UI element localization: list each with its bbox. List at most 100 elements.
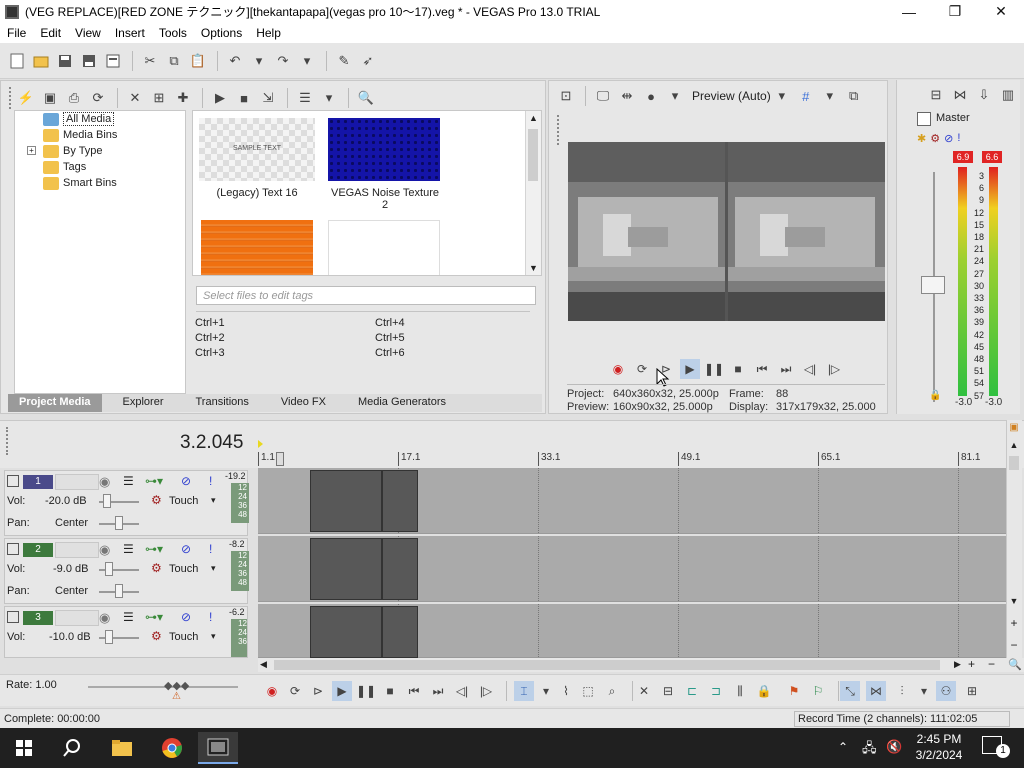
- capture-video-icon[interactable]: ▣: [39, 87, 61, 109]
- tree-item-media-bins[interactable]: Media Bins: [43, 127, 117, 143]
- overlays-dropdown-icon[interactable]: ▾: [819, 85, 841, 107]
- split-icon[interactable]: ⫼: [730, 681, 750, 701]
- copy-snapshot-icon[interactable]: ⧉: [843, 85, 865, 107]
- play-from-start-icon[interactable]: ⊳: [308, 681, 328, 701]
- record-icon[interactable]: ◉: [608, 359, 628, 379]
- tag-shortcut[interactable]: Ctrl+6: [375, 347, 405, 359]
- play-icon[interactable]: ▶: [680, 359, 700, 379]
- menu-insert[interactable]: Insert: [108, 26, 152, 40]
- loop-playback-icon[interactable]: ⟳: [632, 359, 652, 379]
- tab-media-generators[interactable]: Media Generators: [337, 394, 457, 412]
- track-expand-icon[interactable]: [7, 611, 19, 623]
- zoom-tool-icon[interactable]: 🔍: [1008, 658, 1022, 671]
- tree-expander[interactable]: +: [27, 146, 36, 155]
- peak-right[interactable]: 6.6: [982, 151, 1002, 163]
- menu-tools[interactable]: Tools: [152, 26, 194, 40]
- tab-project-media[interactable]: Project Media: [8, 394, 102, 412]
- video-clip[interactable]: [382, 470, 418, 532]
- menu-edit[interactable]: Edit: [33, 26, 68, 40]
- audio-clip[interactable]: [382, 606, 418, 658]
- go-to-end-icon[interactable]: ⏭: [428, 681, 448, 701]
- scroll-left-icon[interactable]: ◀: [260, 659, 267, 670]
- master-fader-knob[interactable]: [921, 276, 945, 294]
- properties-icon[interactable]: ✎: [333, 50, 355, 72]
- menu-help[interactable]: Help: [249, 26, 288, 40]
- clock-date[interactable]: 3/2/2024: [912, 748, 966, 762]
- video-fx-dropdown-icon[interactable]: ▾: [664, 85, 686, 107]
- track-expand-icon[interactable]: [7, 543, 19, 555]
- redo-dropdown-icon[interactable]: ▾: [296, 50, 318, 72]
- paste-icon[interactable]: 📋: [187, 50, 209, 72]
- menu-view[interactable]: View: [68, 26, 108, 40]
- auto-crossfades-icon[interactable]: ⋈: [866, 681, 886, 701]
- import-media-icon[interactable]: ⚡: [15, 87, 37, 109]
- scroll-up-icon[interactable]: ▲: [526, 113, 541, 123]
- tab-transitions[interactable]: Transitions: [175, 394, 260, 412]
- ignore-grouping-icon[interactable]: ⊞: [962, 681, 982, 701]
- tab-explorer[interactable]: Explorer: [102, 394, 175, 412]
- dim-output-icon[interactable]: ⇩: [973, 84, 995, 106]
- ripple-edit-icon[interactable]: ⫶: [892, 681, 912, 701]
- preview-quality[interactable]: Preview (Auto): [692, 89, 771, 103]
- track-automation-icon[interactable]: ☰: [123, 542, 134, 556]
- track-fx-chain-icon[interactable]: ⊶▾: [145, 610, 163, 624]
- previous-frame-icon[interactable]: ◁|: [800, 359, 820, 379]
- edit-tool-dropdown-icon[interactable]: ▾: [536, 681, 556, 701]
- go-to-start-icon[interactable]: ⏮: [404, 681, 424, 701]
- track-solo-icon[interactable]: !: [209, 542, 212, 556]
- mode-dropdown-icon[interactable]: ▾: [211, 563, 216, 574]
- ripple-dropdown-icon[interactable]: ▾: [914, 681, 934, 701]
- views-dropdown-icon[interactable]: ▾: [318, 87, 340, 109]
- zoom-edit-tool-icon[interactable]: ⌕: [602, 681, 622, 701]
- video-fx-icon[interactable]: ●: [640, 85, 662, 107]
- go-to-start-icon[interactable]: ⏮: [752, 359, 772, 379]
- previous-frame-icon[interactable]: ◁|: [452, 681, 472, 701]
- playhead-handle[interactable]: [276, 452, 284, 466]
- next-frame-icon[interactable]: |▷: [824, 359, 844, 379]
- automation-mode-icon[interactable]: ⚙: [151, 493, 162, 507]
- mode-dropdown-icon[interactable]: ▾: [211, 495, 216, 506]
- show-hidden-icons-icon[interactable]: ⌃: [838, 740, 848, 754]
- track-expand-icon[interactable]: [7, 475, 19, 487]
- tag-shortcut[interactable]: Ctrl+1: [195, 317, 225, 329]
- insert-marker-icon[interactable]: ⚑: [784, 681, 804, 701]
- media-properties-icon[interactable]: ⊞: [148, 87, 170, 109]
- meters-icon[interactable]: ▥: [997, 84, 1019, 106]
- refresh-icon[interactable]: ⟳: [87, 87, 109, 109]
- zoom-out-track-icon[interactable]: −: [1007, 638, 1021, 652]
- record-icon[interactable]: ◉: [262, 681, 282, 701]
- track-lane-1[interactable]: [258, 468, 1006, 534]
- vegas-taskbar-icon[interactable]: [198, 732, 238, 764]
- track-fx-chain-icon[interactable]: ⊶▾: [145, 474, 163, 488]
- views-icon[interactable]: ☰: [294, 87, 316, 109]
- new-project-icon[interactable]: [6, 50, 28, 72]
- master-fx-icon[interactable]: ✱: [917, 132, 926, 145]
- audio-clip[interactable]: [310, 538, 382, 600]
- track-mute-icon[interactable]: ⊘: [181, 474, 191, 488]
- pause-icon[interactable]: ❚❚: [704, 359, 724, 379]
- media-thumb-orange[interactable]: [201, 220, 313, 275]
- trim-icon[interactable]: ⊟: [658, 681, 678, 701]
- track-fx-icon[interactable]: ◉: [99, 610, 110, 626]
- track-fx-icon[interactable]: ◉: [99, 474, 110, 490]
- search-icon[interactable]: 🔍: [355, 87, 377, 109]
- minimize-button[interactable]: —: [886, 0, 932, 23]
- mode-dropdown-icon[interactable]: ▾: [211, 631, 216, 642]
- lock-icon[interactable]: 🔒: [929, 390, 941, 401]
- volume-muted-icon[interactable]: 🔇: [886, 739, 902, 755]
- tree-item-by-type[interactable]: By Type: [43, 143, 103, 159]
- volume-slider[interactable]: [103, 494, 111, 508]
- snapping-icon[interactable]: ⤡: [840, 681, 860, 701]
- track-mute-icon[interactable]: ⊘: [181, 610, 191, 624]
- go-to-end-icon[interactable]: ⏭: [776, 359, 796, 379]
- automation-mode-icon[interactable]: ⚙: [151, 561, 162, 575]
- media-thumb-noise[interactable]: [328, 118, 440, 181]
- stop-icon[interactable]: ■: [728, 359, 748, 379]
- panel-grip[interactable]: [6, 427, 10, 455]
- zoom-in-track-icon[interactable]: +: [1007, 616, 1021, 630]
- loop-playback-icon[interactable]: ⟳: [285, 681, 305, 701]
- track-mute-icon[interactable]: ⊘: [181, 542, 191, 556]
- network-icon[interactable]: 🖧: [862, 739, 877, 761]
- downmix-icon[interactable]: ⋈: [949, 84, 971, 106]
- panel-grip[interactable]: [9, 87, 11, 109]
